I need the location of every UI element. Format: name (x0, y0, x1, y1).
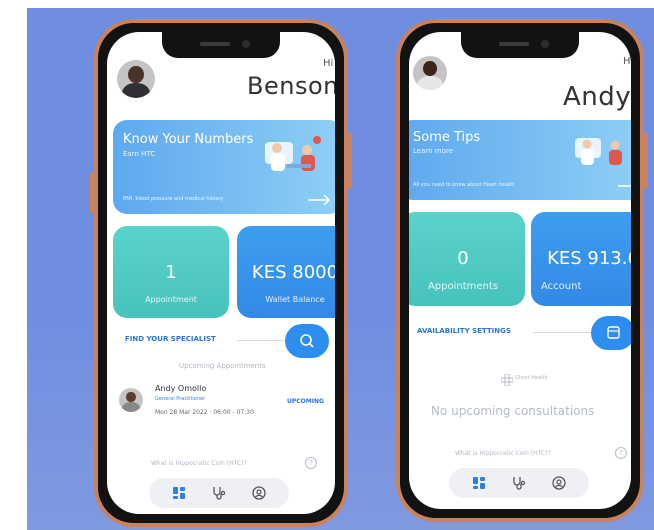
tips-banner[interactable]: Some Tips Learn more All you need to kno… (409, 120, 631, 200)
showcase-stage: Hi Benson Know Your Numbers Earn HTC BMI… (0, 0, 654, 530)
appointments-label: Appointments (427, 281, 499, 292)
banner-subtitle: Learn more (413, 147, 453, 155)
doctor-avatar (119, 388, 143, 412)
calendar-icon (607, 326, 620, 339)
search-button[interactable] (285, 324, 329, 358)
banner-title: Some Tips (413, 130, 481, 145)
user-name: Benson (247, 72, 335, 100)
app-logo: Ghost Health (501, 372, 548, 388)
divider (237, 340, 285, 341)
doctor-role: General Practitioner (155, 396, 206, 402)
appointment-count: 1 (165, 262, 177, 283)
banner-title: Know Your Numbers (123, 132, 254, 147)
wallet-label: Wallet Balance (265, 295, 325, 304)
availability-settings-row: AVAILABILITY SETTINGS (417, 324, 597, 340)
appointment-label: Appointment (145, 295, 197, 304)
availability-settings-label[interactable]: AVAILABILITY SETTINGS (417, 327, 511, 335)
appointments-card[interactable]: 0 Appointments (409, 212, 525, 306)
htc-question[interactable]: What is Hippocratic Coin (HTC)? (151, 460, 247, 467)
side-button (90, 173, 94, 213)
doctor-name: Andy Omollo (155, 384, 207, 393)
wallet-card[interactable]: KES 8000 Wallet Balance (237, 226, 335, 318)
search-icon (300, 334, 314, 348)
user-name: Andy (563, 82, 631, 112)
account-label: Account (541, 281, 582, 292)
logo-icon (501, 374, 513, 386)
account-card[interactable]: KES 913.6 Account (531, 212, 631, 306)
stethoscope-icon[interactable] (511, 475, 527, 491)
phone-right-screen: Hi Andy Some Tips Learn more All you nee… (409, 32, 631, 509)
bottom-nav (449, 468, 589, 498)
empty-state-text: No upcoming consultations (431, 404, 595, 418)
notch (461, 32, 579, 58)
logo-text: Ghost Health (515, 375, 548, 381)
doctor-illustration-icon (575, 138, 622, 165)
profile-icon[interactable] (551, 475, 567, 491)
divider (533, 332, 597, 333)
greeting: Hi (323, 58, 334, 69)
availability-settings-button[interactable] (591, 316, 631, 350)
arrow-right-icon[interactable] (307, 194, 331, 206)
find-specialist-row: FIND YOUR SPECIALIST (125, 332, 285, 348)
avatar[interactable] (117, 60, 155, 98)
appointment-row[interactable]: Andy Omollo General Practitioner Mon 28 … (115, 382, 335, 422)
banner-subtitle: Earn HTC (123, 150, 156, 158)
dashboard-icon[interactable] (471, 475, 487, 491)
side-button (348, 133, 352, 189)
info-icon[interactable]: ? (615, 447, 627, 459)
find-specialist-label: FIND YOUR SPECIALIST (125, 335, 216, 343)
wallet-balance: KES 8000 (251, 262, 335, 283)
stethoscope-icon[interactable] (211, 485, 227, 501)
info-icon[interactable]: ? (305, 457, 317, 469)
appointment-time: Mon 28 Mar 2022 · 06:00 - 07:30 (155, 409, 254, 416)
banner-footer: BMI, blood pressure and medical history (123, 196, 224, 202)
phone-right: Hi Andy Some Tips Learn more All you nee… (396, 19, 648, 522)
account-balance: KES 913.6 (547, 248, 631, 269)
appointment-card[interactable]: 1 Appointment (113, 226, 229, 318)
dashboard-icon[interactable] (171, 485, 187, 501)
banner-footer: All you need to know about Heart health (413, 182, 515, 188)
arrow-right-icon[interactable] (617, 180, 631, 192)
upcoming-header: Upcoming Appointments (179, 362, 266, 370)
side-button (644, 133, 648, 189)
know-numbers-banner[interactable]: Know Your Numbers Earn HTC BMI, blood pr… (113, 120, 335, 214)
htc-question[interactable]: What is Hippocratic Coin (HTC)? (455, 450, 551, 457)
notch (162, 32, 280, 58)
appointment-status: UPCOMING (287, 398, 324, 405)
doctor-illustration-icon (265, 136, 321, 171)
greeting: Hi (623, 56, 631, 67)
avatar[interactable] (413, 56, 447, 90)
bottom-nav (149, 478, 289, 508)
phone-left-screen: Hi Benson Know Your Numbers Earn HTC BMI… (107, 32, 335, 514)
profile-icon[interactable] (251, 485, 267, 501)
appointments-count: 0 (457, 248, 469, 269)
phone-left: Hi Benson Know Your Numbers Earn HTC BMI… (90, 19, 352, 527)
